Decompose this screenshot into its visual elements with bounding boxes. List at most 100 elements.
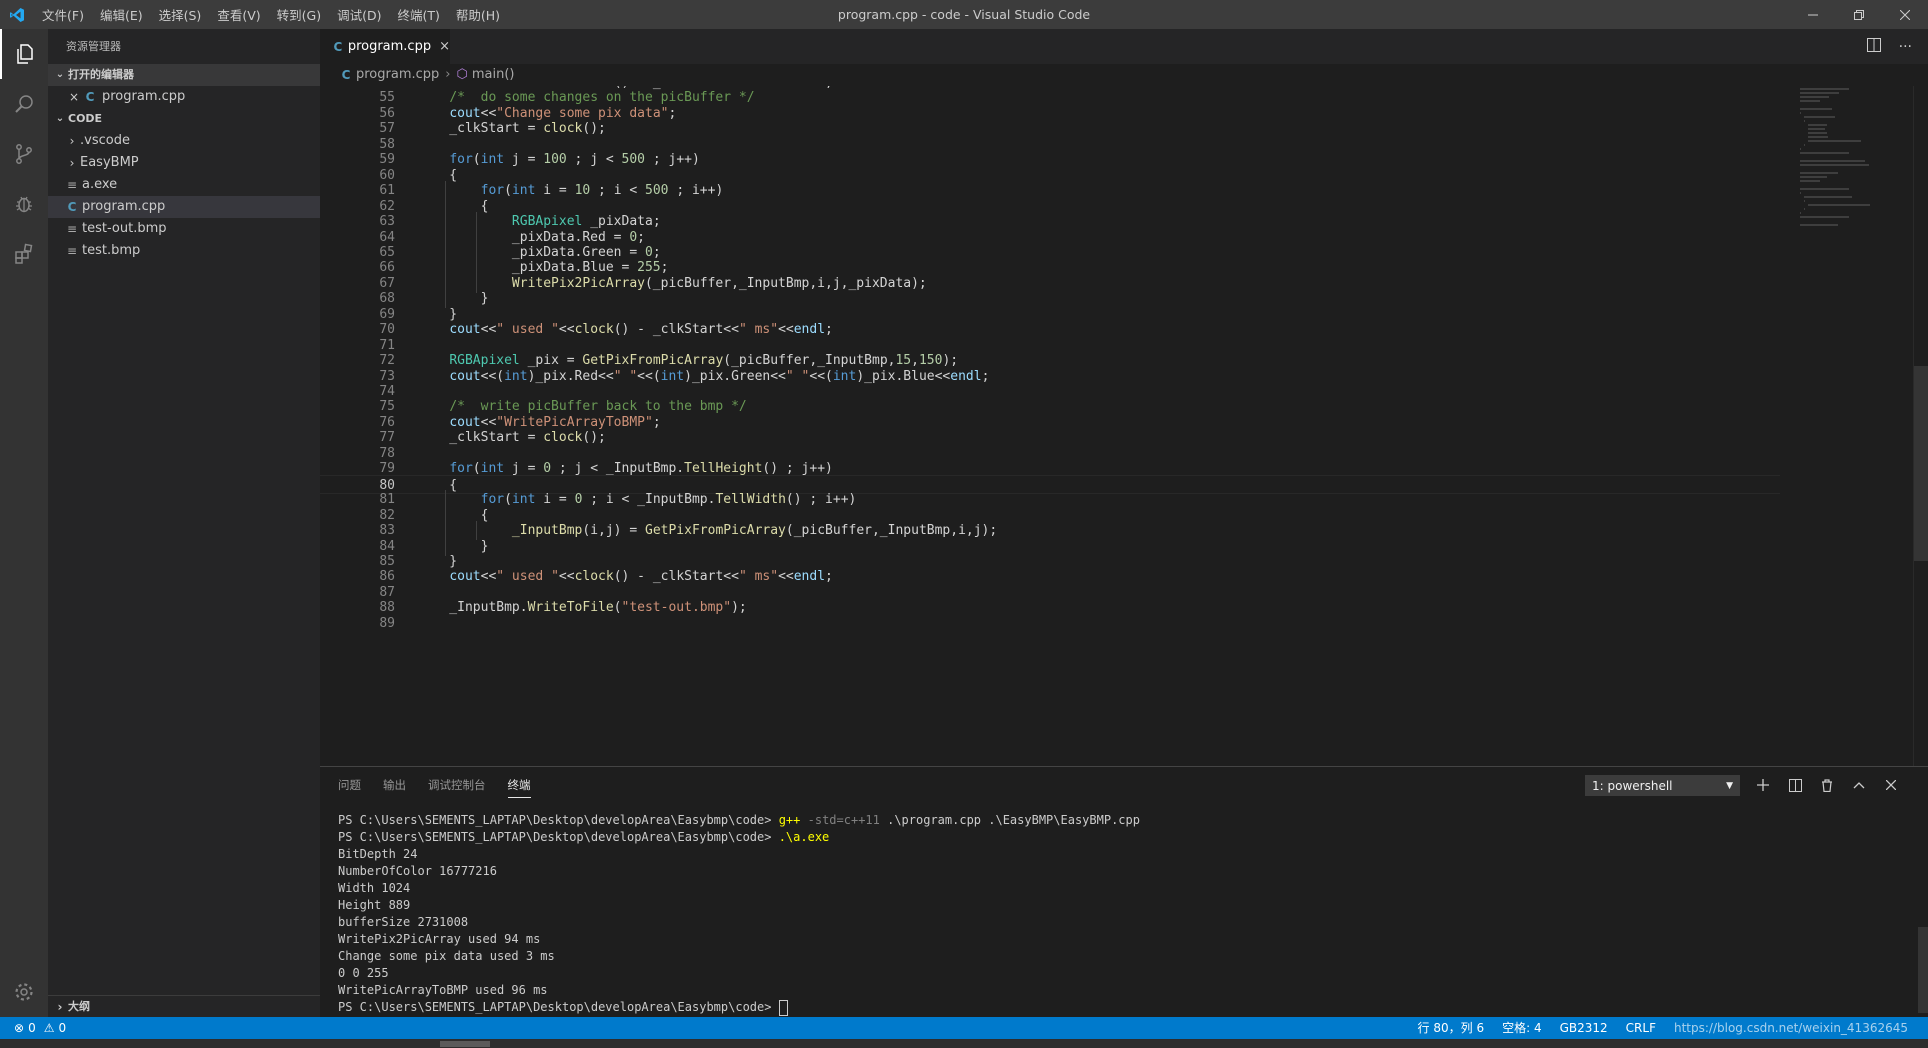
tree-item-program-cpp[interactable]: C program.cpp <box>48 196 320 218</box>
terminal-select[interactable]: 1: powershell ▼ <box>1585 775 1740 796</box>
minimize-icon[interactable] <box>1790 0 1836 29</box>
tree-item-label: test.bmp <box>82 243 141 258</box>
terminal-line: PS C:\Users\SEMENTS_LAPTAP\Desktop\devel… <box>338 829 1898 846</box>
debug-icon[interactable] <box>0 179 48 229</box>
minimap-line <box>1808 136 1828 138</box>
symbol-method-icon: ⬡ <box>456 67 468 82</box>
close-panel-icon[interactable] <box>1883 777 1899 793</box>
terminal-command: g++ <box>778 813 801 827</box>
cpp-file-icon: C <box>333 39 343 54</box>
warning-icon: ⚠ <box>43 1021 55 1035</box>
split-editor-icon[interactable] <box>1866 37 1881 56</box>
menu-selection[interactable]: 选择(S) <box>151 5 210 24</box>
file-icon: ≡ <box>66 178 78 192</box>
close-icon[interactable]: × <box>66 86 82 108</box>
editor-scrollbar[interactable] <box>1913 86 1928 766</box>
minimap-line <box>1800 148 1801 150</box>
terminal-line: PS C:\Users\SEMENTS_LAPTAP\Desktop\devel… <box>338 999 1898 1016</box>
search-icon[interactable] <box>0 79 48 129</box>
terminal-line: Change some pix data used 3 ms <box>338 949 555 963</box>
terminal-output-lines: BitDepth 24 NumberOfColor 16777216 Width 1… <box>338 846 1898 999</box>
tab-output[interactable]: 输出 <box>383 777 406 793</box>
terminal-prompt: PS C:\Users\SEMENTS_LAPTAP\Desktop\devel… <box>338 813 779 827</box>
more-actions-icon[interactable]: ··· <box>1899 39 1912 55</box>
minimap[interactable] <box>1788 86 1908 286</box>
minimap-line <box>1800 216 1849 218</box>
breadcrumb-file[interactable]: program.cpp <box>356 64 439 86</box>
error-icon: ⊗ <box>14 1021 25 1035</box>
restore-icon[interactable] <box>1836 0 1882 29</box>
open-editors-section[interactable]: ⌄ 打开的编辑器 <box>48 64 320 86</box>
explorer-icon[interactable] <box>0 29 48 79</box>
editor-actions: ··· <box>1866 29 1912 64</box>
code-editor[interactable]: 54 cout<<" used "<<clock() - _clkStart<<… <box>320 86 1928 766</box>
minimap-line <box>1800 100 1820 102</box>
minimap-line <box>1800 112 1801 114</box>
code-folder-label: CODE <box>68 112 103 125</box>
warning-count: 0 <box>58 1021 67 1035</box>
vscode-logo-icon <box>0 0 34 29</box>
horizontal-scroll-thumb[interactable] <box>440 1041 490 1047</box>
settings-gear-icon[interactable] <box>0 967 48 1017</box>
code-folder-section[interactable]: ⌄ CODE <box>48 108 320 130</box>
problems-status[interactable]: ⊗ 0 ⚠ 0 <box>14 1017 66 1039</box>
tree-item-test-bmp[interactable]: ≡ test.bmp <box>48 240 320 262</box>
menu-terminal[interactable]: 终端(T) <box>389 5 447 24</box>
tree-item-vscode[interactable]: › .vscode <box>48 130 320 152</box>
tab-terminal[interactable]: 终端 <box>507 777 531 798</box>
minimap-line <box>1804 116 1835 118</box>
minimap-line <box>1800 212 1801 214</box>
source-control-icon[interactable] <box>0 129 48 179</box>
tab-problems[interactable]: 问题 <box>338 777 361 793</box>
minimap-line <box>1804 196 1852 198</box>
tree-item-easybmp[interactable]: › EasyBMP <box>48 152 320 174</box>
menu-file[interactable]: 文件(F) <box>34 5 92 24</box>
menu-goto[interactable]: 转到(G) <box>269 5 329 24</box>
menu-debug[interactable]: 调试(D) <box>329 5 389 24</box>
terminal-line: Width 1024 <box>338 881 411 895</box>
new-terminal-icon[interactable] <box>1755 777 1771 793</box>
title-bar: 文件(F) 编辑(E) 选择(S) 查看(V) 转到(G) 调试(D) 终端(T… <box>0 0 1928 29</box>
taskbar-strip <box>0 1039 1928 1048</box>
end-of-line[interactable]: CRLF <box>1626 1017 1656 1039</box>
terminal-scrollbar[interactable] <box>1918 927 1928 1013</box>
split-terminal-icon[interactable] <box>1787 777 1803 793</box>
terminal-line: Height 889 <box>338 898 411 912</box>
tab-debug-console[interactable]: 调试控制台 <box>428 777 486 793</box>
chevron-right-icon: › <box>69 134 75 148</box>
minimap-line <box>1800 188 1849 190</box>
tab-program-cpp[interactable]: C program.cpp × <box>320 29 450 64</box>
terminal-args: .\program.cpp .\EasyBMP\EasyBMP.cpp <box>879 813 1140 827</box>
close-icon[interactable]: × <box>439 39 450 54</box>
minimap-line <box>1800 176 1827 178</box>
explorer-sidebar: 资源管理器 ⌄ 打开的编辑器 × C program.cpp ⌄ CODE › … <box>48 29 320 1017</box>
open-editor-item[interactable]: × C program.cpp <box>48 86 320 108</box>
outline-section[interactable]: › 大纲 <box>48 995 320 1017</box>
menu-edit[interactable]: 编辑(E) <box>92 5 151 24</box>
tree-item-label: .vscode <box>80 133 130 148</box>
menu-view[interactable]: 查看(V) <box>209 5 268 24</box>
minimap-line <box>1800 164 1869 166</box>
terminal-prompt: PS C:\Users\SEMENTS_LAPTAP\Desktop\devel… <box>338 1000 779 1014</box>
tree-item-test-out-bmp[interactable]: ≡ test-out.bmp <box>48 218 320 240</box>
menu-help[interactable]: 帮助(H) <box>448 5 508 24</box>
open-editor-label: program.cpp <box>102 89 186 104</box>
explorer-title: 资源管理器 <box>66 40 121 53</box>
menu-bar: 文件(F) 编辑(E) 选择(S) 查看(V) 转到(G) 调试(D) 终端(T… <box>34 5 508 24</box>
terminal-prompt: PS C:\Users\SEMENTS_LAPTAP\Desktop\devel… <box>338 830 779 844</box>
trash-icon[interactable] <box>1819 777 1835 793</box>
encoding[interactable]: GB2312 <box>1560 1017 1608 1039</box>
line-number[interactable]: 89 <box>320 614 395 633</box>
maximize-panel-icon[interactable] <box>1851 777 1867 793</box>
indentation[interactable]: 空格: 4 <box>1502 1017 1542 1039</box>
minimap-line <box>1804 120 1805 122</box>
editor-scroll-thumb[interactable] <box>1914 366 1928 561</box>
panel-actions <box>1755 767 1899 803</box>
terminal-output[interactable]: PS C:\Users\SEMENTS_LAPTAP\Desktop\devel… <box>338 812 1898 1016</box>
cursor-position[interactable]: 行 80，列 6 <box>1418 1017 1485 1039</box>
extensions-icon[interactable] <box>0 229 48 279</box>
close-window-icon[interactable] <box>1882 0 1928 29</box>
tree-item-label: program.cpp <box>82 199 166 214</box>
tree-item-a-exe[interactable]: ≡ a.exe <box>48 174 320 196</box>
breadcrumb-symbol[interactable]: main() <box>472 64 515 86</box>
